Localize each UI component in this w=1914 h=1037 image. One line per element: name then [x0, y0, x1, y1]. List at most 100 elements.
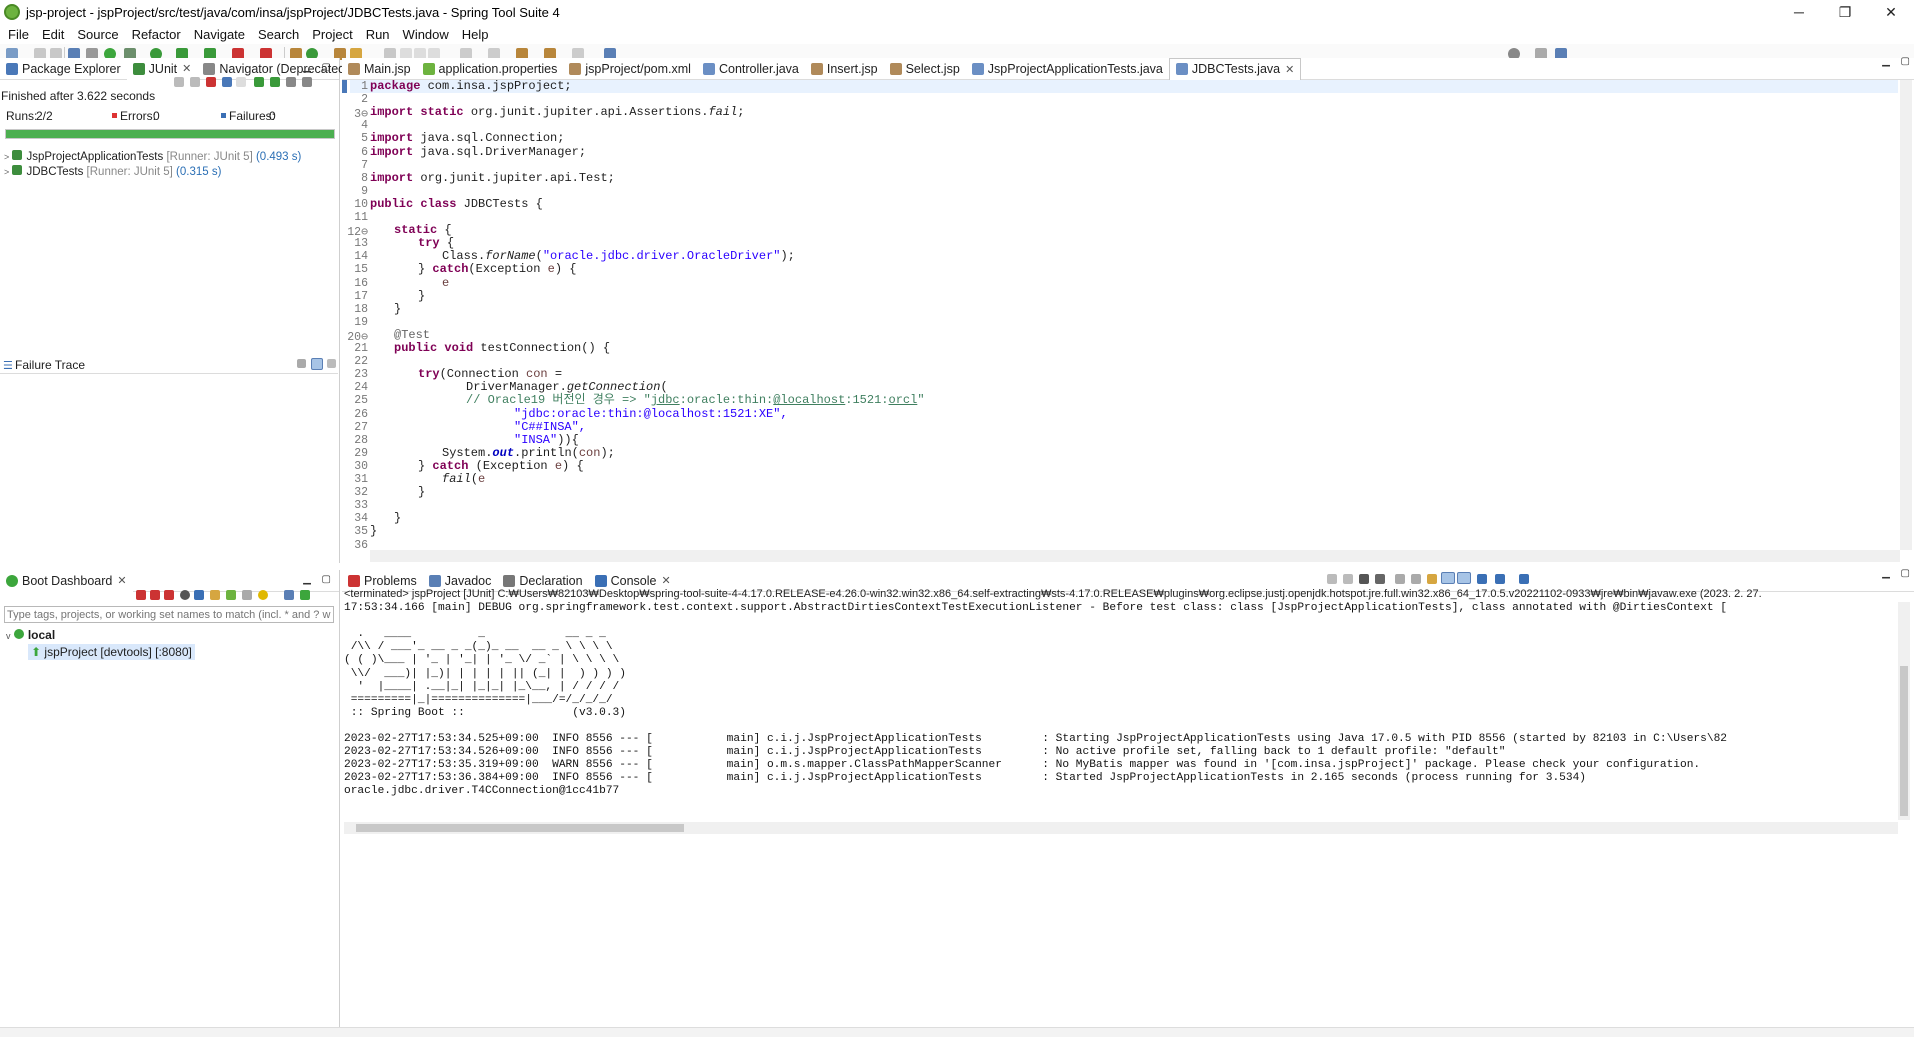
terminate-icon[interactable] — [164, 590, 174, 600]
view-minmax-icons[interactable]: ▁ ▢ — [303, 62, 335, 73]
menu-help[interactable]: Help — [462, 27, 489, 42]
scroll-lock-icon[interactable] — [222, 77, 232, 87]
live-data-icon[interactable] — [226, 590, 236, 600]
display-console-icon[interactable] — [1495, 574, 1505, 584]
view-minmax-icons[interactable]: ▁ ▢ — [303, 574, 335, 585]
test-row[interactable]: > JspProjectApplicationTests [Runner: JU… — [4, 150, 301, 165]
maximize-button[interactable]: ❐ — [1822, 0, 1868, 24]
junit-progress-fill — [6, 130, 334, 138]
next-failure-icon[interactable] — [174, 77, 184, 87]
pin-console-icon[interactable] — [1441, 572, 1455, 584]
tab-package-explorer[interactable]: Package Explorer — [0, 58, 127, 80]
tab-label: Javadoc — [444, 573, 492, 588]
close-tab-icon[interactable]: ✕ — [182, 62, 191, 75]
clear-console-icon[interactable] — [1375, 574, 1385, 584]
history-icon[interactable] — [302, 77, 312, 87]
menu-edit[interactable]: Edit — [42, 27, 64, 42]
minimize-button[interactable]: ─ — [1776, 0, 1822, 24]
boot-filter-input[interactable] — [4, 606, 334, 623]
editor-tab-jdbctests-java[interactable]: JDBCTests.java ✕ — [1168, 57, 1302, 80]
close-tab-icon[interactable]: ✕ — [117, 574, 126, 587]
code-token: } — [418, 485, 426, 500]
test-row[interactable]: > JDBCTests [Runner: JUnit 5] (0.315 s) — [4, 165, 301, 180]
stack-trace-icon: ☰ — [3, 360, 13, 372]
tab-label: Console — [610, 573, 657, 588]
code-area[interactable]: 1 2 3⊖ 4 5 6 7 8 9 10 11 12⊖ 13 14 15 16 17 18 19 20⊖ 21 22 23… — [342, 79, 1902, 551]
code-token: } — [394, 301, 402, 316]
add-target-icon[interactable] — [300, 590, 310, 600]
menu-source[interactable]: Source — [77, 27, 118, 42]
copy-trace-icon[interactable] — [327, 359, 336, 368]
debug-app-icon[interactable] — [180, 590, 190, 600]
editor-tab-main-jsp[interactable]: Main.jsp — [342, 58, 417, 80]
test-suite-icon — [12, 150, 23, 160]
show-failures-icon[interactable] — [206, 77, 216, 87]
prev-failure-icon[interactable] — [190, 77, 200, 87]
editor-tab-application-properties[interactable]: application.properties — [417, 58, 564, 80]
junit-finished-text: Finished after 3.622 seconds — [1, 89, 156, 103]
close-window-button[interactable]: ✕ — [1868, 0, 1914, 24]
filter-stack-icon[interactable] — [297, 359, 306, 368]
tab-boot-dashboard[interactable]: Boot Dashboard ✕ — [0, 569, 133, 592]
code-token: public class — [370, 196, 464, 211]
line-number: 24 — [354, 381, 368, 395]
boot-group-row[interactable]: v local — [6, 627, 195, 644]
rerun-failed-icon[interactable] — [270, 77, 280, 87]
code-editor: Main.jsp application.properties jspProje… — [342, 56, 1914, 563]
menu-search[interactable]: Search — [258, 27, 299, 42]
editor-tab-pom-xml[interactable]: jspProject/pom.xml — [563, 58, 697, 80]
rerun-icon[interactable] — [254, 77, 264, 87]
javadoc-icon — [428, 574, 441, 587]
stop-run-icon[interactable] — [286, 77, 296, 87]
jsp-icon — [810, 62, 823, 75]
menu-window[interactable]: Window — [403, 27, 449, 42]
stop-app-icon[interactable] — [136, 590, 146, 600]
code-token: try — [418, 236, 447, 251]
new-console-icon[interactable] — [1477, 574, 1487, 584]
console-vertical-scrollbar[interactable] — [1898, 602, 1910, 820]
expose-icon[interactable] — [210, 590, 220, 600]
open-console-icon[interactable] — [1519, 574, 1529, 584]
console-hscroll-thumb[interactable] — [356, 824, 684, 832]
code-token: :1521: — [845, 393, 889, 408]
layout-icon[interactable] — [236, 77, 246, 87]
console-vscroll-thumb[interactable] — [1900, 666, 1908, 816]
menu-project[interactable]: Project — [312, 27, 352, 42]
console-view: Problems Javadoc Declaration Console ✕ ▁ … — [342, 568, 1914, 1037]
menu-file[interactable]: File — [8, 27, 29, 42]
hint-icon[interactable] — [258, 590, 268, 600]
menu-navigate[interactable]: Navigate — [194, 27, 245, 42]
menu-run[interactable]: Run — [366, 27, 390, 42]
editor-tab-controller-java[interactable]: Controller.java — [697, 58, 805, 80]
console-line: :: Spring Boot :: (v3.0.3) — [344, 706, 626, 719]
tab-label: JspProjectApplicationTests.java — [987, 61, 1163, 76]
restart-icon[interactable] — [150, 590, 160, 600]
compare-icon[interactable] — [311, 358, 323, 370]
remove-launch-icon[interactable] — [1343, 574, 1353, 584]
console-output[interactable]: 17:53:34.166 [main] DEBUG org.springfram… — [342, 602, 1898, 820]
editor-tab-select-jsp[interactable]: Select.jsp — [884, 58, 966, 80]
status-bar — [0, 1027, 1914, 1037]
remove-all-icon[interactable] — [1359, 574, 1369, 584]
editor-tab-jspprojectapplicationtests-java[interactable]: JspProjectApplicationTests.java — [966, 58, 1169, 80]
show-stderr-icon[interactable] — [1457, 572, 1471, 584]
close-tab-icon[interactable]: ✕ — [1285, 63, 1294, 76]
show-stdout-icon[interactable] — [1427, 574, 1437, 584]
close-tab-icon[interactable]: ✕ — [661, 574, 670, 587]
open-browser-icon[interactable] — [194, 590, 204, 600]
code-token: org.junit.jupiter.api.Assertions. — [470, 105, 709, 120]
boot-app-row[interactable]: ⬆ jspProject [devtools] [:8080] — [28, 644, 195, 660]
editor-vertical-scrollbar[interactable] — [1900, 80, 1912, 550]
code-token: fail — [442, 472, 471, 486]
word-wrap-icon[interactable] — [1411, 574, 1421, 584]
editor-tab-insert-jsp[interactable]: Insert.jsp — [805, 58, 884, 80]
terminate-console-icon[interactable] — [1327, 574, 1337, 584]
filter-icon[interactable] — [284, 590, 294, 600]
scroll-lock-console-icon[interactable] — [1395, 574, 1405, 584]
console-horizontal-scrollbar[interactable] — [344, 822, 1898, 834]
properties-view-icon[interactable] — [242, 590, 252, 600]
editor-minmax-icons[interactable]: ▁ ▢ — [1882, 56, 1914, 67]
console-line: 2023-02-27T17:53:34.526+09:00 INFO 8556 … — [344, 746, 1506, 759]
editor-horizontal-scrollbar[interactable] — [370, 550, 1900, 562]
menu-refactor[interactable]: Refactor — [132, 27, 181, 42]
